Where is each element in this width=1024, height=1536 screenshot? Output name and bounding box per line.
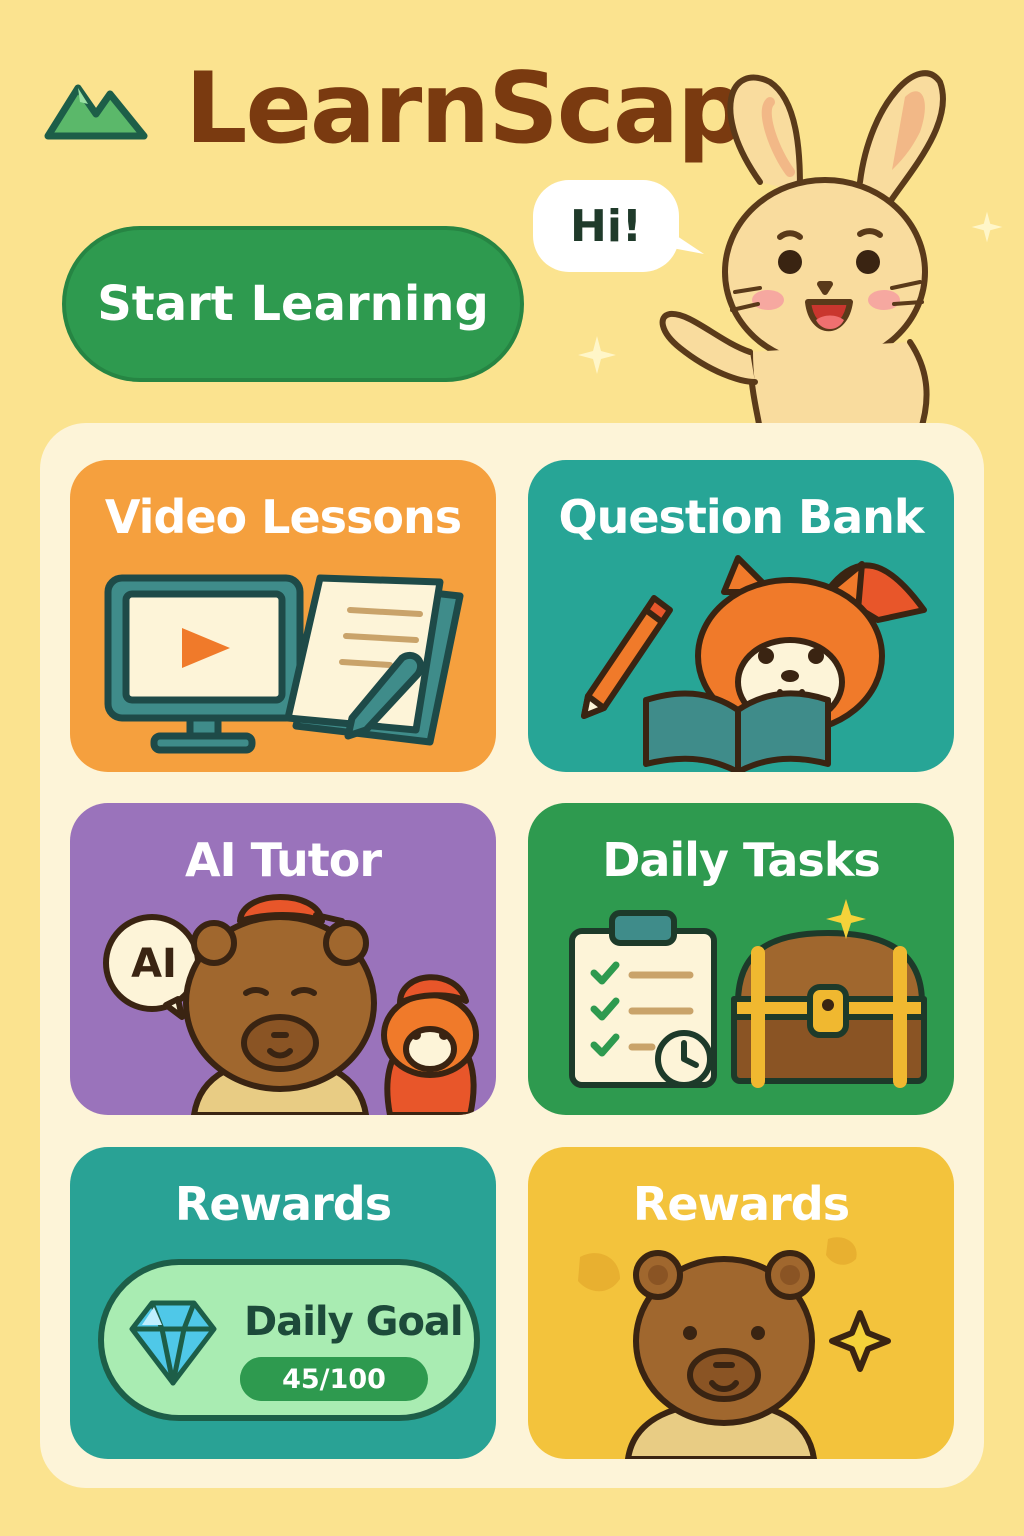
card-title: Question Bank <box>558 490 925 544</box>
card-title: AI Tutor <box>184 833 382 887</box>
ai-tutor-card[interactable]: AI Tutor AI <box>70 803 496 1115</box>
card-title: Rewards <box>174 1177 392 1231</box>
daily-goal-widget: Daily Goal 45/100 <box>98 1259 480 1421</box>
sparkle-icon <box>578 336 616 374</box>
card-title: Video Lessons <box>104 490 462 544</box>
card-title: Rewards <box>632 1177 850 1231</box>
video-lessons-card[interactable]: Video Lessons <box>70 460 496 772</box>
rewards-card-2[interactable]: Rewards <box>528 1147 954 1459</box>
bunny-mascot <box>659 70 946 432</box>
app-logo <box>44 58 148 148</box>
sparkle-icon <box>971 211 1003 243</box>
daily-tasks-card[interactable]: Daily Tasks <box>528 803 954 1115</box>
card-title: Daily Tasks <box>602 833 881 887</box>
ai-badge: AI <box>131 941 177 987</box>
question-bank-card[interactable]: Question Bank <box>528 460 954 772</box>
rewards-card[interactable]: Rewards Daily Goal 45/100 <box>70 1147 496 1459</box>
mountain-logo-icon <box>44 84 148 140</box>
daily-goal-label: Daily Goal <box>244 1299 464 1345</box>
daily-goal-progress-bar: 45/100 <box>240 1357 428 1401</box>
gem-icon <box>129 1300 217 1386</box>
start-learning-button[interactable]: Start Learning <box>62 226 524 382</box>
daily-goal-value: 45/100 <box>282 1364 386 1395</box>
